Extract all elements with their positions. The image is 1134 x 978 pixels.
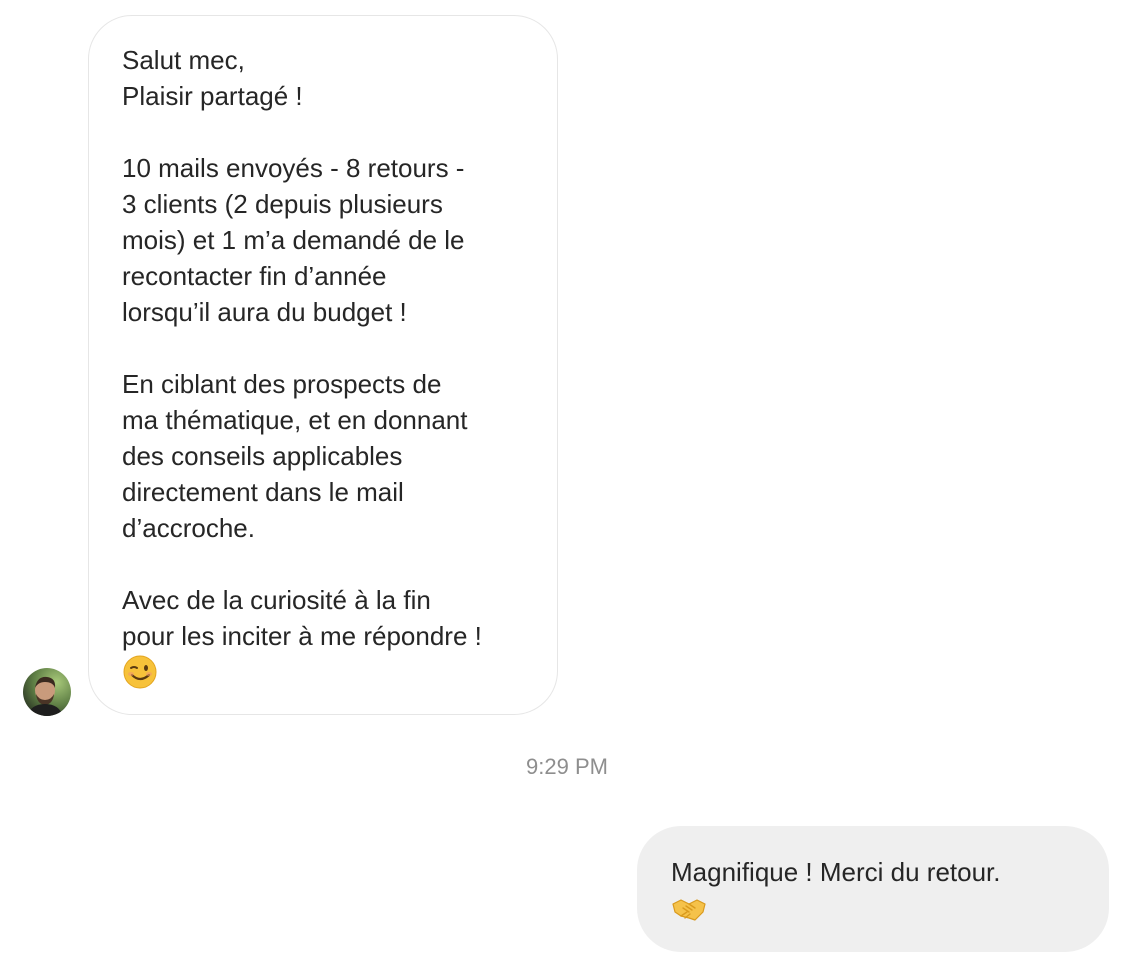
- message-line: 3 clients (2 depuis plusieurs: [122, 189, 443, 219]
- message-line: lorsqu’il aura du budget !: [122, 297, 407, 327]
- winking-face-emoji-icon: [123, 655, 157, 689]
- message-line: Plaisir partagé !: [122, 81, 303, 111]
- sender-avatar[interactable]: [23, 668, 71, 716]
- message-line: pour les inciter à me répondre !: [122, 621, 482, 651]
- message-line: Avec de la curiosité à la fin: [122, 585, 431, 615]
- message-timestamp: 9:29 PM: [526, 754, 608, 779]
- outgoing-message-bubble[interactable]: Magnifique ! Merci du retour.: [637, 826, 1109, 952]
- message-line: d’accroche.: [122, 513, 255, 543]
- message-thread: Salut mec, Plaisir partagé ! 10 mails en…: [0, 0, 1134, 978]
- message-line: recontacter fin d’année: [122, 261, 387, 291]
- avatar-photo: [23, 668, 71, 716]
- message-line: directement dans le mail: [122, 477, 404, 507]
- message-line: mois) et 1 m’a demandé de le: [122, 225, 465, 255]
- message-line: Magnifique ! Merci du retour.: [671, 857, 1001, 887]
- message-line: En ciblant des prospects de: [122, 369, 442, 399]
- message-line: Salut mec,: [122, 45, 245, 75]
- message-line: des conseils applicables: [122, 441, 403, 471]
- message-line: ma thématique, et en donnant: [122, 405, 468, 435]
- incoming-message-bubble[interactable]: Salut mec, Plaisir partagé ! 10 mails en…: [88, 15, 558, 715]
- handshake-emoji-icon: [672, 899, 706, 921]
- message-line: 10 mails envoyés - 8 retours -: [122, 153, 465, 183]
